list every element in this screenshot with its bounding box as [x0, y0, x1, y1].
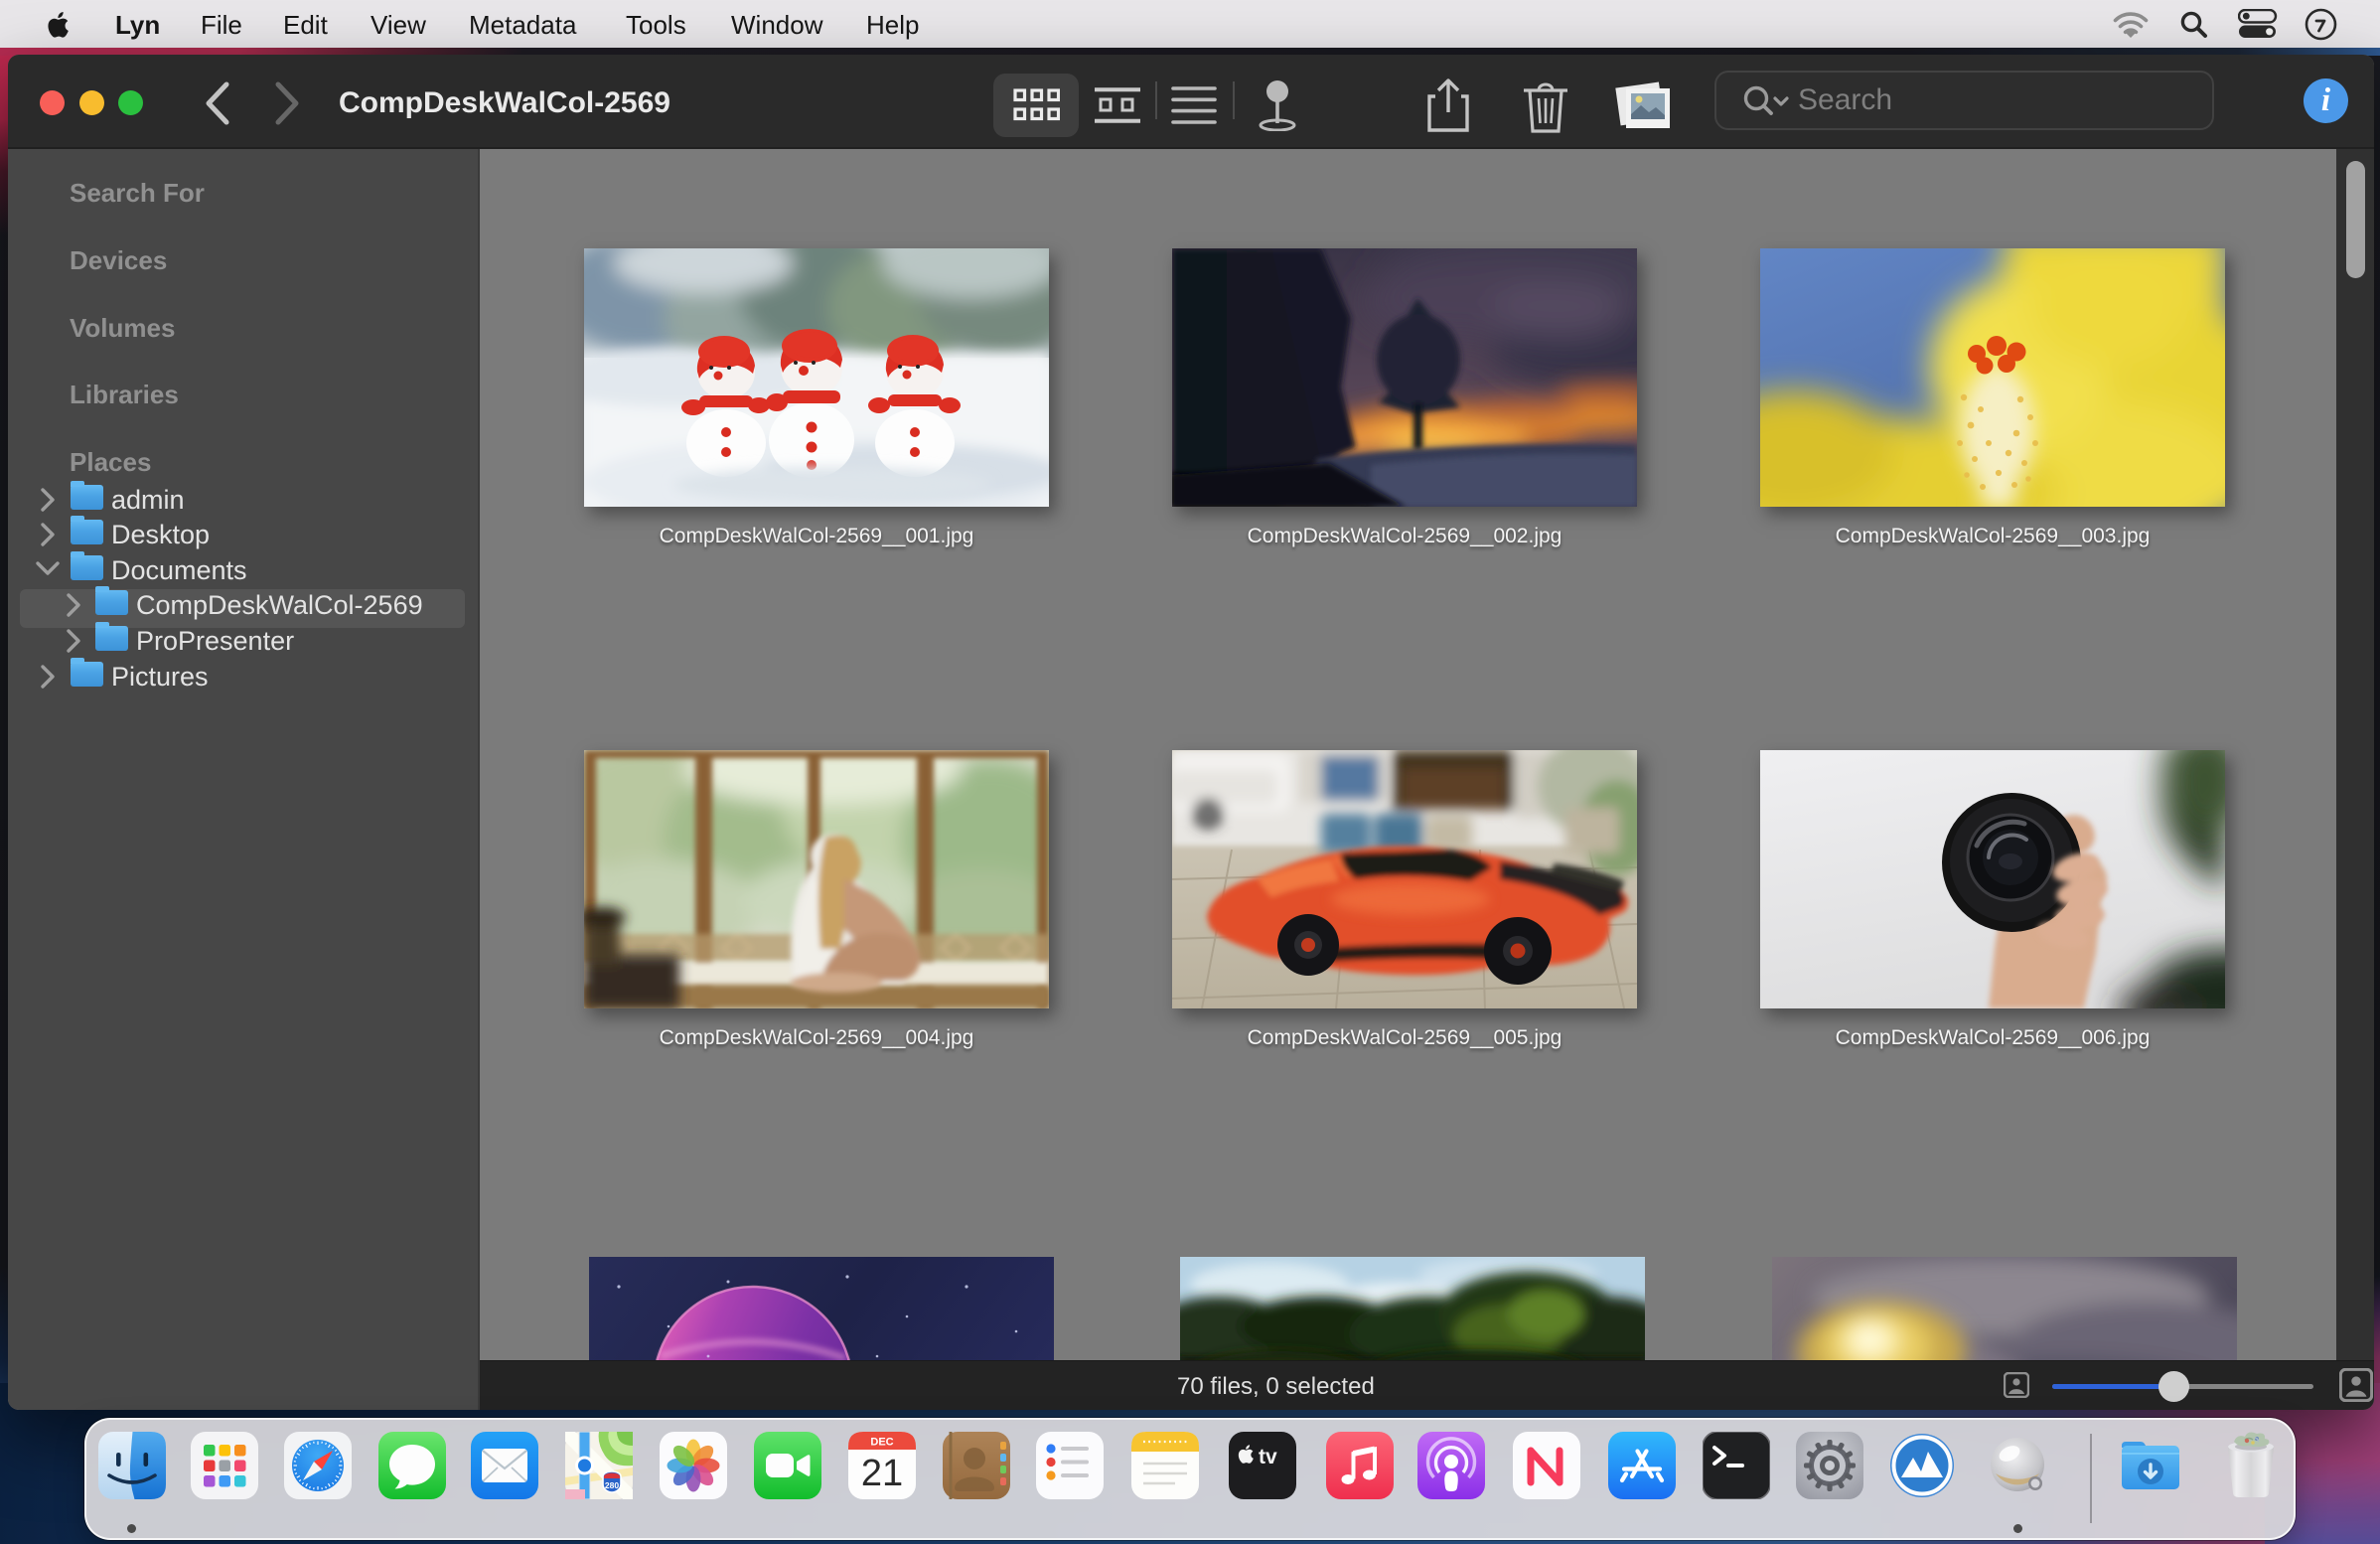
svg-text:DEC: DEC [870, 1437, 893, 1449]
svg-text:tv: tv [1259, 1446, 1277, 1468]
svg-text:21: 21 [861, 1453, 903, 1494]
svg-text:280: 280 [605, 1480, 619, 1490]
